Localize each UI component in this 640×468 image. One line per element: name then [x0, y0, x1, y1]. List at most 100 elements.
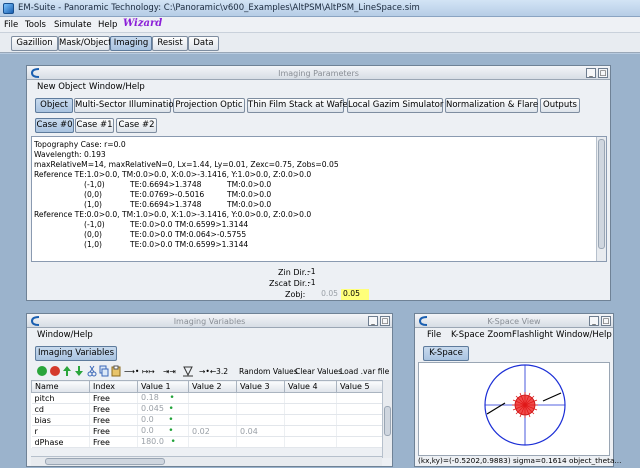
kspace-canvas[interactable]	[418, 362, 610, 456]
tab-kspace[interactable]: K-Space	[423, 346, 469, 361]
tab-resist[interactable]: Resist	[152, 36, 188, 51]
cell-value-1[interactable]: 0.0 •	[137, 414, 189, 426]
menu-flashlight[interactable]: Flashlight	[512, 330, 553, 340]
tab-data[interactable]: Data	[188, 36, 219, 51]
cell-value-4[interactable]	[284, 392, 337, 404]
table-row[interactable]: dPhase Free 180.0 •	[31, 436, 383, 448]
scrollbar-thumb[interactable]	[384, 406, 391, 436]
cell-value-4[interactable]	[284, 436, 337, 448]
tab-outputs[interactable]: Outputs	[540, 98, 580, 113]
cell-value-2[interactable]	[188, 403, 237, 415]
cell-value-5[interactable]	[336, 436, 383, 448]
menu-simulate[interactable]: Simulate	[54, 20, 92, 30]
cell-value-4[interactable]	[284, 414, 337, 426]
step-forward-icon[interactable]: ⟶•	[124, 367, 139, 376]
cell-value-3[interactable]: 0.04	[236, 425, 285, 437]
cell-value-1[interactable]: 0.18 •	[137, 392, 189, 404]
table-row[interactable]: cd Free 0.045 •	[31, 403, 383, 415]
tab-case-0[interactable]: Case #0	[35, 118, 74, 133]
col-name[interactable]: Name	[31, 380, 90, 393]
minimize-icon[interactable]: _	[586, 68, 596, 78]
cell-index[interactable]: Free	[89, 425, 138, 437]
cell-value-3[interactable]	[236, 392, 285, 404]
menu-window-help[interactable]: Window/Help	[556, 330, 612, 340]
col-value-4[interactable]: Value 4	[284, 380, 337, 393]
random-values-button[interactable]: Random Values	[239, 367, 298, 376]
col-value-3[interactable]: Value 3	[236, 380, 285, 393]
cell-value-1[interactable]: 180.0 •	[137, 436, 189, 448]
maximize-icon[interactable]: □	[598, 68, 608, 78]
cell-name[interactable]: cd	[31, 403, 90, 415]
scrollbar-thumb[interactable]	[598, 139, 605, 249]
step-range-icon[interactable]: ↦↦	[142, 367, 155, 376]
cell-value-5[interactable]	[336, 392, 383, 404]
maximize-icon[interactable]: □	[601, 316, 611, 326]
text-vertical-scrollbar[interactable]	[596, 137, 606, 261]
precision-button[interactable]: 3.2	[216, 367, 228, 376]
sort-icon[interactable]	[182, 365, 194, 377]
menu-window-help[interactable]: Window/Help	[37, 330, 93, 340]
load-var-file-button[interactable]: Load .var file	[340, 367, 389, 376]
cell-value-1[interactable]: 0.0 •	[137, 425, 189, 437]
cell-value-4[interactable]	[284, 425, 337, 437]
tab-case-1[interactable]: Case #1	[75, 118, 114, 133]
table-row[interactable]: bias Free 0.0 •	[31, 414, 383, 426]
slider-icon[interactable]: →•←	[199, 367, 216, 376]
cell-value-2[interactable]	[188, 414, 237, 426]
step-all-icon[interactable]: ⇥⇥	[163, 367, 176, 376]
tab-projection-optic[interactable]: Projection Optic	[173, 98, 245, 113]
cell-index[interactable]: Free	[89, 414, 138, 426]
zobj-input[interactable]: 0.05	[341, 289, 369, 300]
zscat-value[interactable]: -1	[306, 278, 336, 289]
tab-local-gazim-simulator[interactable]: Local Gazim Simulator	[347, 98, 443, 113]
table-row[interactable]: pitch Free 0.18 •	[31, 392, 383, 404]
cell-value-2[interactable]	[188, 392, 237, 404]
paste-icon[interactable]	[111, 365, 121, 377]
cell-value-1[interactable]: 0.045 •	[137, 403, 189, 415]
cell-value-3[interactable]	[236, 436, 285, 448]
remove-icon[interactable]	[50, 366, 60, 376]
copy-icon[interactable]	[99, 365, 109, 377]
cut-icon[interactable]	[87, 365, 97, 377]
tab-multi-sector-illumination[interactable]: Multi-Sector Illumination	[74, 98, 179, 113]
col-value-1[interactable]: Value 1	[137, 380, 189, 393]
menu-help[interactable]: Help	[98, 20, 117, 30]
tab-gazillion[interactable]: Gazillion	[11, 36, 58, 51]
tab-normalization-flare[interactable]: Normalization & Flare	[445, 98, 538, 113]
cell-name[interactable]: r	[31, 425, 90, 437]
maximize-icon[interactable]: □	[380, 316, 390, 326]
minimize-icon[interactable]: _	[368, 316, 378, 326]
add-icon[interactable]	[37, 366, 47, 376]
cell-value-3[interactable]	[236, 414, 285, 426]
tab-imaging-variables[interactable]: Imaging Variables	[35, 346, 117, 361]
tab-imaging[interactable]: Imaging	[110, 36, 152, 51]
cell-value-2[interactable]	[188, 436, 237, 448]
cell-index[interactable]: Free	[89, 392, 138, 404]
scrollbar-thumb[interactable]	[45, 458, 165, 465]
cell-value-2[interactable]: 0.02	[188, 425, 237, 437]
tab-thin-film-stack[interactable]: Thin Film Stack at Wafer	[247, 98, 351, 113]
clear-values-button[interactable]: Clear Values	[295, 367, 342, 376]
move-up-icon[interactable]	[62, 365, 72, 377]
tab-object[interactable]: Object	[35, 98, 73, 113]
menu-kspace-zoom[interactable]: K-Space Zoom	[451, 330, 512, 340]
cell-index[interactable]: Free	[89, 436, 138, 448]
menu-wizard[interactable]: Wizard	[123, 18, 162, 29]
menu-file[interactable]: File	[4, 20, 18, 30]
col-value-2[interactable]: Value 2	[188, 380, 237, 393]
table-vertical-scrollbar[interactable]	[382, 380, 392, 458]
menu-new-object[interactable]: New Object	[37, 82, 86, 92]
col-value-5[interactable]: Value 5	[336, 380, 383, 393]
cell-index[interactable]: Free	[89, 403, 138, 415]
cell-value-4[interactable]	[284, 403, 337, 415]
cell-value-3[interactable]	[236, 403, 285, 415]
minimize-icon[interactable]: _	[589, 316, 599, 326]
cell-name[interactable]: dPhase	[31, 436, 90, 448]
cell-name[interactable]: bias	[31, 414, 90, 426]
cell-value-5[interactable]	[336, 414, 383, 426]
table-row[interactable]: r Free 0.0 • 0.02 0.04	[31, 425, 383, 437]
col-index[interactable]: Index	[89, 380, 138, 393]
tab-mask-object[interactable]: Mask/Object	[58, 36, 111, 51]
cell-value-5[interactable]	[336, 425, 383, 437]
tab-case-2[interactable]: Case #2	[116, 118, 157, 133]
